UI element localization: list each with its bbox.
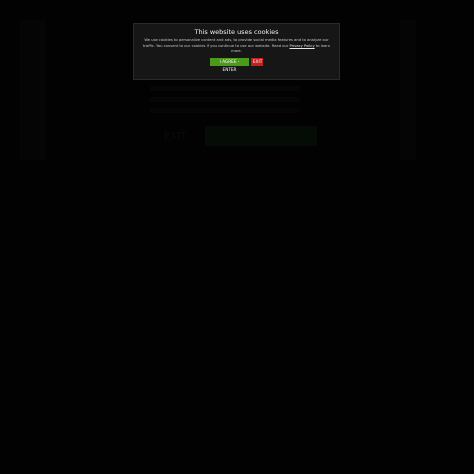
cookie-dialog-buttons: I AGREE - ENTER EXIT (134, 57, 339, 72)
background-text-line (150, 108, 300, 113)
cookie-dialog-message: We use cookies to personalize content an… (142, 38, 331, 55)
privacy-policy-link[interactable]: Privacy Policy (290, 44, 315, 48)
background-exit-button[interactable]: EXIT (155, 128, 195, 146)
exit-button[interactable]: EXIT (251, 57, 263, 66)
background-text-line (150, 97, 300, 102)
background-age-gate: EXIT (150, 80, 325, 170)
background-enter-button[interactable] (205, 126, 317, 146)
background-right-panel (400, 20, 416, 160)
background-text-line (150, 86, 300, 91)
cookie-consent-dialog: This website uses cookies We use cookies… (133, 23, 340, 80)
cookie-dialog-title: This website uses cookies (194, 28, 279, 36)
agree-enter-button[interactable]: I AGREE - ENTER (210, 57, 249, 72)
background-left-panel (20, 20, 46, 160)
